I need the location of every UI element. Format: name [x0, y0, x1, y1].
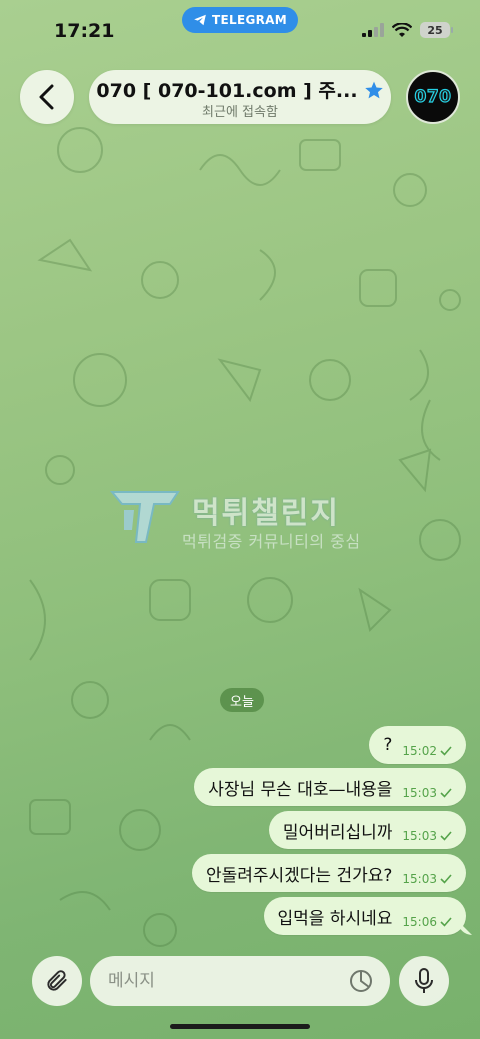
paperclip-icon	[47, 970, 67, 991]
message-input-pill	[90, 956, 390, 1006]
star-icon	[364, 81, 383, 98]
message-text: 입먹을 하시네요	[277, 908, 393, 929]
battery-icon: 25	[420, 22, 453, 38]
telegram-banner-label: TELEGRAM	[212, 13, 287, 27]
microphone-icon	[415, 968, 433, 993]
message-time: 15:03	[402, 786, 437, 800]
chat-title: 070 [ 070-101.com ] 주...	[96, 80, 358, 102]
microphone-button[interactable]	[399, 956, 449, 1006]
check-icon	[440, 746, 452, 756]
watermark-title: 먹튀챌린지	[192, 496, 340, 531]
wifi-icon	[392, 22, 412, 37]
message-bubble[interactable]: 사장님 무슨 대호—내용을 15:03	[194, 768, 466, 806]
back-button[interactable]	[20, 70, 74, 124]
message-input[interactable]	[106, 970, 330, 992]
check-icon	[440, 788, 452, 798]
avatar-text: 070	[414, 86, 452, 107]
message-bubble[interactable]: 입먹을 하시네요 15:06	[263, 897, 466, 935]
avatar[interactable]: 070	[406, 70, 460, 124]
clock: 17:21	[54, 20, 115, 42]
message-time: 15:06	[402, 915, 437, 929]
home-indicator	[170, 1024, 310, 1029]
message-meta: 15:03	[402, 829, 452, 843]
message-time: 15:02	[402, 744, 437, 758]
send-icon	[194, 14, 206, 26]
message-meta: 15:06	[402, 915, 452, 929]
last-seen-status: 최근에 접속함	[202, 105, 278, 120]
message-text: 밀어버리십니까	[282, 822, 393, 843]
message-time: 15:03	[402, 872, 437, 886]
message-time: 15:03	[402, 829, 437, 843]
signal-icon	[362, 23, 384, 37]
status-bar: 17:21 TELEGRAM 25	[0, 0, 480, 62]
chat-title-pill[interactable]: 070 [ 070-101.com ] 주... 최근에 접속함	[89, 70, 391, 124]
message-text: 사장님 무슨 대호—내용을	[208, 779, 393, 800]
telegram-banner[interactable]: TELEGRAM	[182, 7, 298, 33]
message-text: ?	[383, 735, 393, 755]
watermark: 먹튀챌린지 먹튀검증 커뮤니티의 중심	[110, 486, 380, 551]
chevron-left-icon	[39, 84, 54, 110]
message-meta: 15:03	[402, 872, 452, 886]
check-icon	[440, 831, 452, 841]
watermark-subtitle: 먹튀검증 커뮤니티의 중심	[182, 532, 361, 551]
battery-level: 25	[427, 23, 443, 37]
check-icon	[440, 874, 452, 884]
message-bubble[interactable]: 밀어버리십니까 15:03	[268, 811, 466, 849]
message-bubble[interactable]: 안돌려주시겠다는 건가요? 15:03	[191, 854, 466, 892]
message-meta: 15:02	[402, 744, 452, 758]
message-meta: 15:03	[402, 786, 452, 800]
sticker-icon[interactable]	[348, 968, 374, 994]
message-text: 안돌려주시겠다는 건가요?	[205, 865, 393, 886]
attach-button[interactable]	[32, 956, 82, 1006]
check-icon	[440, 917, 452, 927]
status-icons: 25	[362, 22, 453, 38]
message-bubble[interactable]: ? 15:02	[369, 726, 466, 764]
watermark-logo-icon	[110, 491, 180, 543]
date-separator: 오늘	[220, 688, 264, 712]
